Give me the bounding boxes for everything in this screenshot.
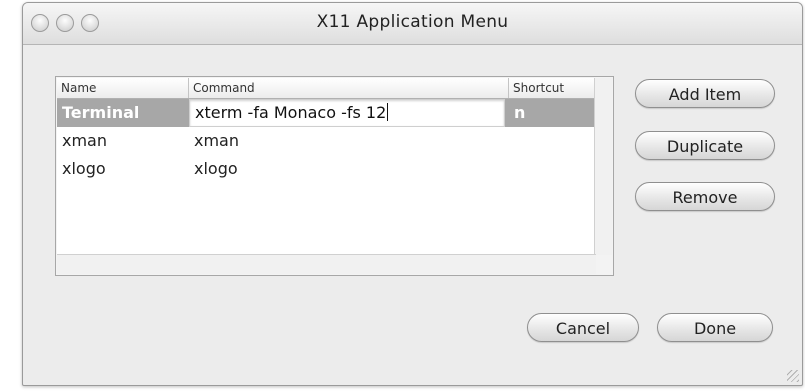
column-header-shortcut[interactable]: Shortcut [509,78,596,98]
table-row[interactable]: xman xman [57,127,596,155]
cancel-button[interactable]: Cancel [527,313,639,342]
command-edit-value: xterm -fa Monaco -fs 12 [195,103,387,122]
command-cell[interactable]: xman [189,127,509,155]
table-row[interactable]: Terminal xterm -fa Monaco -fs 12 n [57,99,596,127]
menu-items-table: Name Command Shortcut Terminal xterm -fa… [57,78,596,255]
menu-items-table-panel: Name Command Shortcut Terminal xterm -fa… [55,76,614,276]
shortcut-cell[interactable]: n [509,99,596,127]
window-title: X11 Application Menu [316,12,509,32]
name-cell[interactable]: Terminal [57,99,189,127]
dialog-window: X11 Application Menu Name Command Shortc… [22,2,803,386]
done-button[interactable]: Done [657,313,773,342]
table-row[interactable]: xlogo xlogo [57,155,596,183]
shortcut-cell[interactable] [509,127,596,155]
duplicate-button[interactable]: Duplicate [635,131,775,160]
column-header-name[interactable]: Name [57,78,189,98]
resize-grip-icon[interactable] [787,370,799,382]
add-item-button[interactable]: Add Item [635,79,775,108]
name-cell[interactable]: xman [57,127,189,155]
title-bar[interactable]: X11 Application Menu [23,3,802,45]
command-cell[interactable]: xlogo [189,155,509,183]
shortcut-cell[interactable] [509,155,596,183]
remove-button[interactable]: Remove [635,182,775,211]
horizontal-scrollbar[interactable] [57,254,596,274]
vertical-scrollbar[interactable] [594,78,612,255]
command-edit-field[interactable]: xterm -fa Monaco -fs 12 [189,99,505,127]
table-header: Name Command Shortcut [57,78,596,99]
text-caret [387,103,389,121]
column-header-command[interactable]: Command [189,78,509,98]
name-cell[interactable]: xlogo [57,155,189,183]
